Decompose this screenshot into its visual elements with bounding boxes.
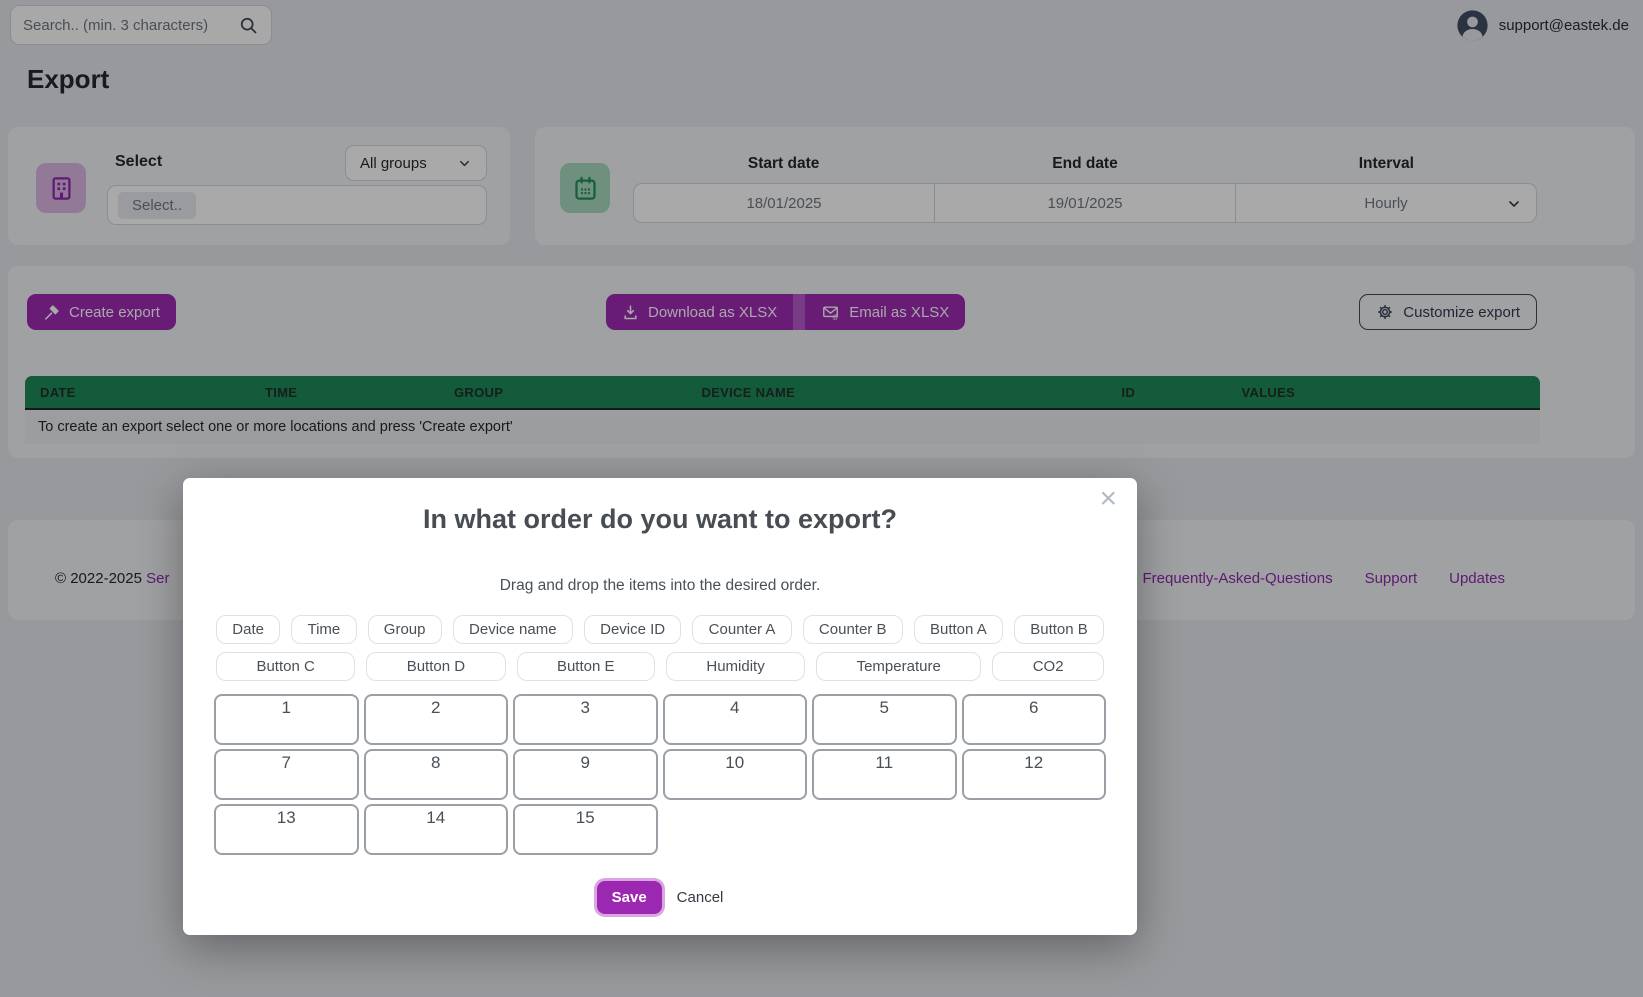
chip-button-c[interactable]: Button C	[216, 652, 355, 681]
cancel-button[interactable]: Cancel	[677, 889, 724, 906]
chip-button-a[interactable]: Button A	[914, 615, 1003, 644]
chip-time[interactable]: Time	[291, 615, 356, 644]
order-slot-6[interactable]: 6	[962, 694, 1107, 745]
order-slots-grid: 1 2 3 4 5 6 7 8 9 10 11 12 13 14 15	[214, 694, 1106, 855]
chip-device-id[interactable]: Device ID	[584, 615, 682, 644]
chip-button-d[interactable]: Button D	[366, 652, 505, 681]
modal-title: In what order do you want to export?	[183, 504, 1137, 535]
order-slot-11[interactable]: 11	[812, 749, 957, 800]
order-slot-5[interactable]: 5	[812, 694, 957, 745]
chip-co2[interactable]: CO2	[992, 652, 1104, 681]
order-slot-10[interactable]: 10	[663, 749, 808, 800]
draggable-chips-row-2: Button C Button D Button E Humidity Temp…	[216, 652, 1104, 681]
modal-subtitle: Drag and drop the items into the desired…	[183, 577, 1137, 595]
order-slot-1[interactable]: 1	[214, 694, 359, 745]
chip-button-e[interactable]: Button E	[517, 652, 655, 681]
order-slot-7[interactable]: 7	[214, 749, 359, 800]
order-slot-12[interactable]: 12	[962, 749, 1107, 800]
draggable-chips-row-1: Date Time Group Device name Device ID Co…	[216, 615, 1104, 644]
modal-actions: Save Cancel	[183, 881, 1137, 914]
order-slot-3[interactable]: 3	[513, 694, 658, 745]
chip-temperature[interactable]: Temperature	[816, 652, 981, 681]
order-slot-15[interactable]: 15	[513, 804, 658, 855]
chip-counter-b[interactable]: Counter B	[803, 615, 903, 644]
order-slot-9[interactable]: 9	[513, 749, 658, 800]
order-slot-14[interactable]: 14	[364, 804, 509, 855]
chip-date[interactable]: Date	[216, 615, 280, 644]
order-slot-8[interactable]: 8	[364, 749, 509, 800]
order-slot-13[interactable]: 13	[214, 804, 359, 855]
save-button[interactable]: Save	[597, 881, 662, 914]
order-slot-2[interactable]: 2	[364, 694, 509, 745]
close-icon[interactable]: ×	[1099, 484, 1117, 514]
chip-humidity[interactable]: Humidity	[666, 652, 805, 681]
order-slot-4[interactable]: 4	[663, 694, 808, 745]
chip-group[interactable]: Group	[368, 615, 442, 644]
chip-counter-a[interactable]: Counter A	[692, 615, 791, 644]
chip-device-name[interactable]: Device name	[453, 615, 573, 644]
chip-button-b[interactable]: Button B	[1014, 615, 1104, 644]
export-order-modal: × In what order do you want to export? D…	[183, 478, 1137, 935]
